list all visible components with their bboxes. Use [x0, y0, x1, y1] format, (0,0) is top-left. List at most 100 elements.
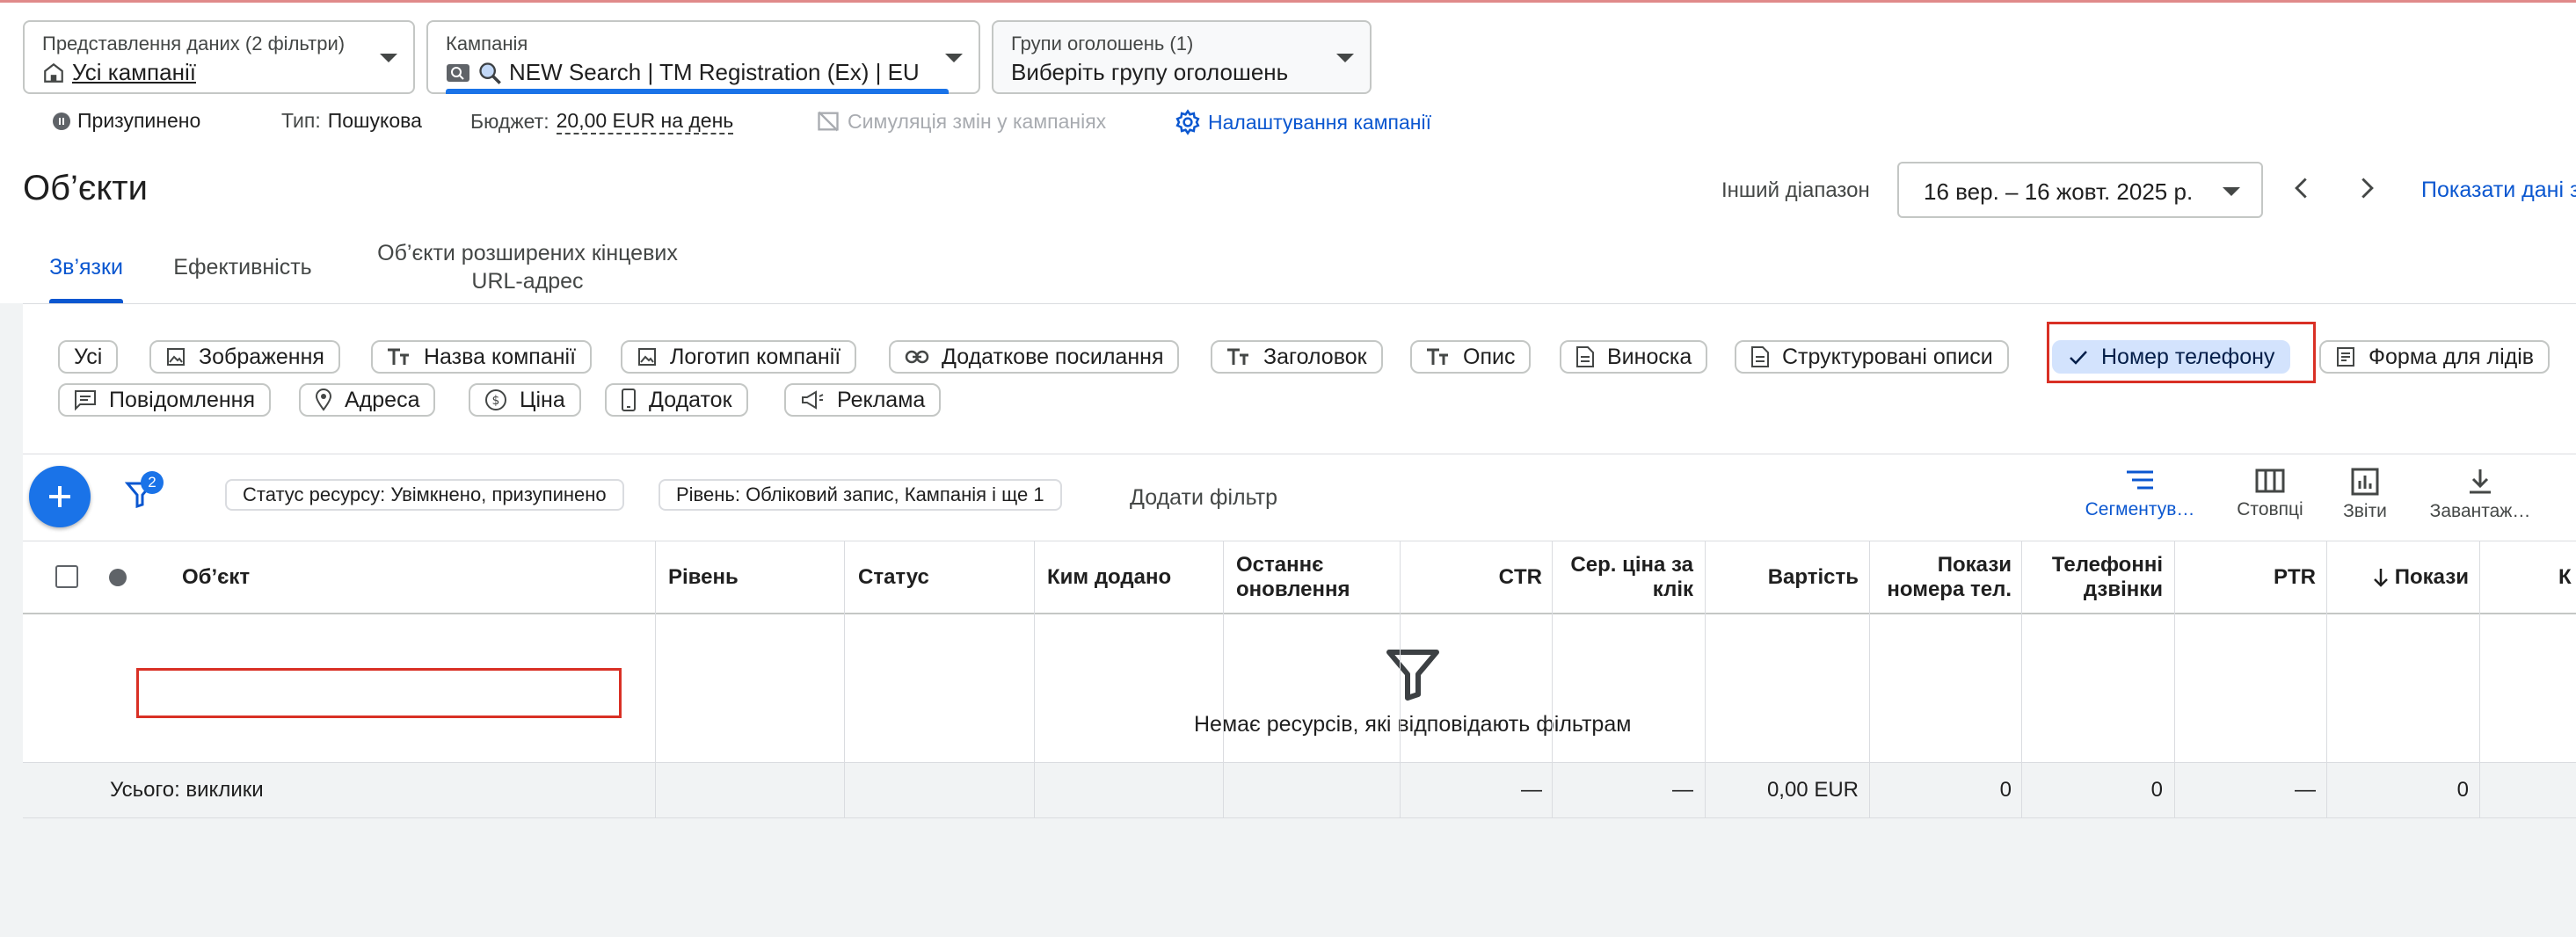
location-icon [315, 389, 332, 411]
image-icon [167, 348, 185, 366]
col-ptr[interactable]: PTR [2177, 541, 2316, 614]
chip-callout[interactable]: Виноска [1560, 340, 1708, 374]
col-phone-calls[interactable]: Телефонні дзвінки [2026, 541, 2163, 614]
chip-sitelink[interactable]: Додаткове посилання [889, 340, 1180, 374]
total-cost: 0,00 EUR [1766, 778, 1859, 802]
adgroup-selector-value-wrap: Виберіть групу оголошень [1011, 59, 1288, 86]
next-period-icon[interactable] [2354, 176, 2379, 200]
adgroup-selector-value: Виберіть групу оголошень [1011, 59, 1289, 85]
chip-lead-form[interactable]: Форма для лідів [2319, 340, 2551, 374]
view-selector[interactable]: Представлення даних (2 фільтри) Усі камп… [23, 20, 415, 94]
columns-label: Стовпці [2237, 499, 2303, 519]
filter-empty-icon [1386, 650, 1439, 701]
adgroup-selector[interactable]: Групи оголошень (1) Виберіть групу оголо… [992, 20, 1372, 94]
chevron-down-icon [1336, 54, 1354, 62]
chip-structured-snippets[interactable]: Структуровані описи [1735, 340, 2009, 374]
chip-label: Повідомлення [109, 387, 256, 412]
chip-promotion[interactable]: Реклама [784, 383, 942, 417]
chip-label: Реклама [837, 387, 926, 412]
chip-headline[interactable]: Заголовок [1211, 340, 1383, 374]
chip-label: Виноска [1607, 344, 1692, 369]
col-level[interactable]: Рівень [668, 541, 835, 614]
col-impressions[interactable]: Покази [2330, 541, 2469, 614]
chip-all[interactable]: Усі [58, 340, 119, 374]
tab-links[interactable]: Зв’язки [35, 253, 137, 281]
columns-icon [2255, 468, 2285, 493]
col-added-by[interactable]: Ким додано [1047, 541, 1214, 614]
chip-label: Заголовок [1263, 344, 1367, 369]
view-selector-value-wrap: Усі кампанії [42, 59, 196, 86]
chip-message[interactable]: Повідомлення [58, 383, 272, 417]
chip-label: Зображення [199, 344, 324, 369]
budget-label: Бюджет: [470, 110, 549, 133]
text-icon [1227, 348, 1248, 365]
show-data-link[interactable]: Показати дані з [2421, 178, 2576, 203]
col-phone-impressions[interactable]: Покази номера тел. [1873, 541, 2012, 614]
chip-price[interactable]: $ Ціна [469, 383, 581, 417]
empty-state-message: Немає ресурсів, які відповідають фільтра… [1194, 712, 1632, 737]
col-object[interactable]: Об’єкт [182, 541, 648, 614]
chip-label: Ціна [520, 387, 565, 412]
columns-button[interactable]: Стовпці [2224, 468, 2316, 520]
filter-chip-level[interactable]: Рівень: Обліковий запис, Кампанія і ще 1 [659, 479, 1062, 511]
reports-label: Звіти [2343, 501, 2387, 521]
tab-final-url-assets[interactable]: Об’єкти розширених кінцевих URL-адрес [369, 239, 686, 295]
chip-location[interactable]: Адреса [299, 383, 436, 417]
chip-label: Додаток [649, 387, 732, 412]
segment-label: Сегментув… [2085, 499, 2195, 519]
svg-text:$: $ [492, 394, 500, 408]
reports-button[interactable]: Звіти [2330, 468, 2400, 522]
segment-button[interactable]: Сегментув… [2080, 468, 2200, 520]
chip-label: Адреса [345, 387, 420, 412]
date-range-picker[interactable]: 16 вер. – 16 жовт. 2025 р. [1897, 162, 2263, 218]
date-range-value: 16 вер. – 16 жовт. 2025 р. [1924, 178, 2194, 205]
total-phone-calls: 0 [2150, 778, 2163, 802]
budget-value[interactable]: 20,00 EUR на день [556, 109, 734, 134]
filter-chip-asset-status[interactable]: Статус ресурсу: Увімкнено, призупинено [225, 479, 624, 511]
status-paused: Призупинено [53, 109, 200, 133]
campaign-settings-label: Налаштування кампанії [1208, 110, 1431, 134]
chip-label: Логотип компанії [670, 344, 841, 369]
simulation-link: Симуляція змін у кампаніях [816, 109, 1106, 134]
chip-business-logo[interactable]: Логотип компанії [621, 340, 857, 374]
chip-image[interactable]: Зображення [149, 340, 340, 374]
campaign-selector[interactable]: Кампанія NEW Search | TM Registration (E… [426, 20, 980, 94]
view-selector-value: Усі кампанії [72, 59, 196, 85]
col-separator [2021, 541, 2022, 818]
adgroup-selector-label: Групи оголошень (1) [1011, 33, 1194, 54]
col-cost[interactable]: Вартість [1709, 541, 1859, 614]
pause-icon [53, 112, 70, 130]
page-title: Об’єкти [23, 169, 148, 207]
add-filter-button[interactable]: Додати фільтр [1130, 485, 1277, 511]
chip-label: Усі [74, 344, 103, 369]
chip-app[interactable]: Додаток [605, 383, 748, 417]
col-last-update[interactable]: Останнє оновлення [1236, 541, 1394, 614]
col-separator [1705, 541, 1706, 818]
megaphone-icon [802, 390, 824, 410]
campaign-type-value: Пошукова [327, 109, 422, 132]
campaign-settings-link[interactable]: Налаштування кампанії [1175, 109, 1431, 135]
view-selector-label: Представлення даних (2 фільтри) [42, 33, 346, 54]
chip-label: Форма для лідів [2369, 344, 2535, 369]
chevron-down-icon [380, 54, 397, 62]
form-icon [2337, 347, 2354, 367]
total-label: Усього: виклики [110, 778, 264, 802]
previous-period-icon[interactable] [2289, 176, 2314, 200]
chip-description[interactable]: Опис [1410, 340, 1532, 374]
chip-business-name[interactable]: Назва компанії [371, 340, 593, 374]
col-truncated[interactable]: К [2558, 541, 2576, 614]
col-separator [1400, 541, 1401, 818]
campaign-budget[interactable]: Бюджет: 20,00 EUR на день [470, 109, 734, 134]
select-all-checkbox[interactable] [55, 565, 78, 588]
col-ctr[interactable]: CTR [1403, 541, 1542, 614]
chevron-down-icon [2223, 187, 2240, 196]
segment-icon [2127, 470, 2153, 490]
col-status[interactable]: Статус [858, 541, 1025, 614]
download-button[interactable]: Завантаж… [2423, 468, 2537, 522]
chip-label: Додаткове посилання [942, 344, 1164, 369]
col-avg-cpc[interactable]: Сер. ціна за клік [1556, 541, 1693, 614]
add-button[interactable] [29, 466, 91, 527]
download-label: Завантаж… [2429, 501, 2531, 521]
tab-performance[interactable]: Ефективність [164, 253, 322, 281]
highlight-box [136, 668, 622, 718]
